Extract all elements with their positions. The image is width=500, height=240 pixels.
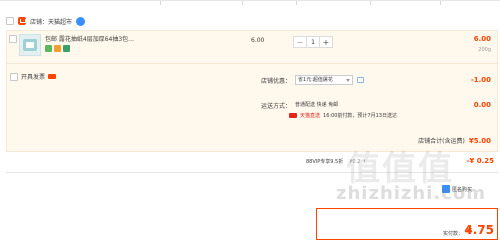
- item-sum: 6.00: [473, 35, 491, 43]
- order-extras: 开具发票 店铺优惠： 省1元:超值屠花 -1.00 运送方式： 普通配送 快递 …: [6, 64, 498, 152]
- decrease-button[interactable]: −: [294, 37, 306, 47]
- header-tick: [160, 1, 161, 5]
- shipping-method: 普通配送 快递 免邮: [295, 102, 339, 108]
- tmall-direct-label: 天猫直送: [300, 113, 321, 119]
- badge-icon: [54, 45, 61, 52]
- vip-amount: -¥ 0.25: [466, 157, 494, 165]
- watermark-text: zhizhizhi.com: [336, 183, 487, 204]
- increase-button[interactable]: +: [320, 37, 332, 47]
- payment-summary: 实付款： ¥ 4.75: [316, 208, 498, 240]
- product-title[interactable]: 包邮 露花抽纸4层加厚64抽3包...: [45, 34, 139, 43]
- header-tick: [296, 1, 297, 5]
- chat-icon[interactable]: [76, 16, 86, 26]
- shipping-label: 运送方式：: [261, 103, 292, 110]
- unit-price: 6.00: [251, 37, 265, 44]
- vip-label: 88VIP专享9.5折: [306, 159, 344, 165]
- quantity-stepper[interactable]: − 1 +: [293, 36, 333, 48]
- tmall-icon: [289, 113, 297, 118]
- message-icon[interactable]: [357, 77, 365, 83]
- item-checkbox[interactable]: [9, 35, 17, 43]
- shipping-detail: 天猫直送 16:00前付款，预计7月13日送达: [289, 112, 397, 119]
- invoice-icon: [48, 74, 57, 79]
- header-tick: [242, 1, 243, 5]
- item-weight: 200g: [478, 47, 491, 53]
- coupon-row: 店铺优惠： 省1元:超值屠花: [261, 75, 365, 85]
- coupon-select[interactable]: 省1元:超值屠花: [295, 75, 354, 85]
- service-badges: [45, 45, 70, 52]
- product-thumbnail[interactable]: [19, 34, 41, 56]
- cart-item: 包邮 露花抽纸4层加厚64抽3包... 6.00 − 1 + 6.00 200g: [6, 30, 498, 64]
- invoice-label: 开具发票: [21, 74, 46, 81]
- payment-label: 实付款：: [442, 231, 463, 237]
- badge-icon: [45, 45, 52, 52]
- coupon-amount: -1.00: [470, 76, 491, 84]
- shop-checkbox[interactable]: [6, 17, 14, 25]
- header-tick: [370, 1, 371, 5]
- shop-label[interactable]: 店铺：天猫超市: [30, 17, 72, 26]
- shipping-row: 运送方式： 普通配送 快递 免邮: [261, 101, 338, 110]
- shop-header: 店铺：天猫超市: [6, 14, 86, 28]
- coupon-label: 店铺优惠：: [261, 77, 292, 85]
- shipping-amount: 0.00: [473, 101, 491, 109]
- subtotal-value: ¥5.00: [468, 136, 491, 145]
- invoice-checkbox[interactable]: [10, 72, 18, 81]
- quantity-input[interactable]: 1: [306, 37, 320, 47]
- top-divider: [0, 0, 500, 5]
- badge-icon: [63, 45, 70, 52]
- invoice-option[interactable]: 开具发票: [10, 72, 57, 81]
- delivery-estimate: 16:00前付款，预计7月13日送达: [323, 113, 397, 119]
- payment-value: 4.75: [464, 223, 494, 237]
- header-tick: [440, 1, 441, 5]
- shop-icon: [18, 17, 26, 25]
